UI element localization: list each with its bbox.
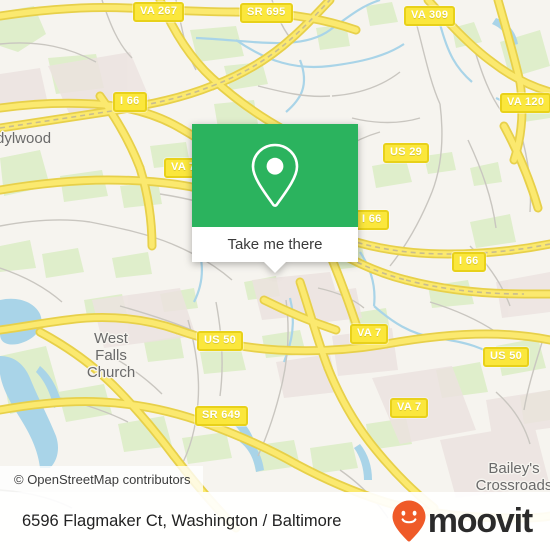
road-shield[interactable]: VA 267 bbox=[133, 2, 185, 22]
road-shield[interactable]: US 29 bbox=[383, 143, 430, 163]
osm-attribution-text: © OpenStreetMap contributors bbox=[14, 471, 191, 487]
moovit-wordmark: moovit bbox=[427, 502, 533, 540]
destination-popup-card[interactable]: Take me there bbox=[192, 124, 358, 273]
address-label: 6596 Flagmaker Ct, Washington / Baltimor… bbox=[22, 511, 342, 530]
road-shield[interactable]: VA 7 bbox=[350, 324, 389, 344]
popup-card-action[interactable]: Take me there bbox=[192, 227, 358, 273]
popup-card-header bbox=[192, 124, 358, 227]
osm-attribution[interactable]: © OpenStreetMap contributors bbox=[0, 466, 203, 492]
moovit-smiling-pin-icon bbox=[392, 500, 426, 542]
road-shield[interactable]: US 50 bbox=[483, 347, 530, 367]
popup-card-tail bbox=[264, 262, 286, 273]
road-shield[interactable]: I 66 bbox=[355, 210, 389, 230]
moovit-brand[interactable]: moovit bbox=[391, 499, 533, 543]
road-shield[interactable]: I 66 bbox=[113, 92, 147, 112]
road-shield[interactable]: VA 309 bbox=[404, 6, 456, 26]
road-shield[interactable]: US 50 bbox=[197, 331, 244, 351]
road-shield[interactable]: SR 649 bbox=[195, 406, 248, 426]
take-me-there-label: Take me there bbox=[227, 236, 323, 253]
footer-bar: 6596 Flagmaker Ct, Washington / Baltimor… bbox=[0, 492, 550, 550]
road-shield[interactable]: VA 120 bbox=[500, 93, 550, 113]
road-shield[interactable]: VA 7 bbox=[390, 398, 429, 418]
map-screenshot: VA 267 SR 695 VA 309 VA 120 I 66 VA 7 US… bbox=[0, 0, 550, 550]
road-shield[interactable]: SR 695 bbox=[240, 3, 293, 23]
road-shield[interactable]: I 66 bbox=[452, 252, 486, 272]
location-pin-icon bbox=[251, 143, 299, 207]
place-label-baileys-crossroads: Bailey's Crossroads bbox=[475, 460, 550, 494]
place-label-idylwood: dylwood bbox=[0, 130, 52, 147]
place-label-west-falls-church: West Falls Church bbox=[86, 330, 136, 381]
